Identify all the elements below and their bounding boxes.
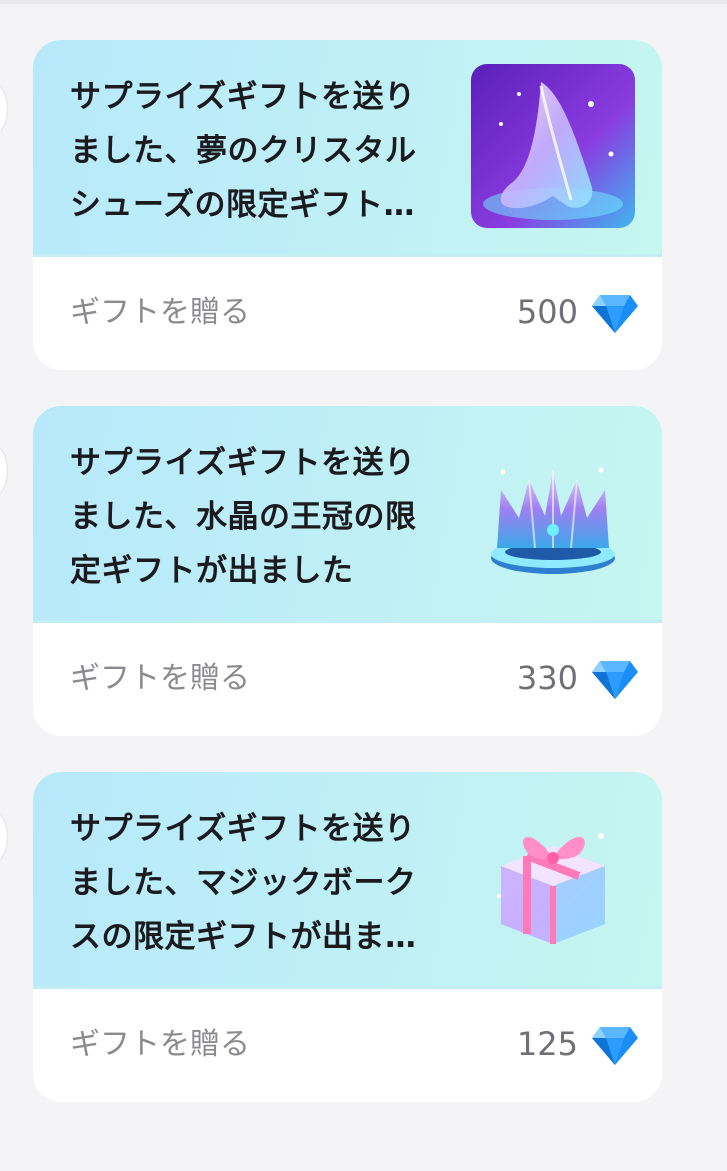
send-gift-button[interactable]: ギフトを贈る — [70, 653, 250, 697]
gift-message-line: シューズの限定ギフト… — [70, 187, 415, 223]
gift-card-header: サプライズギフトを送り ました、マジックボーク スの限定ギフトが出ま… — [33, 772, 662, 989]
gift-message-line: ました、水晶の王冠の限 — [70, 499, 417, 535]
diamond-icon — [592, 661, 638, 699]
gift-card-header: サプライズギフトを送り ました、夢のクリスタル シューズの限定ギフト… — [33, 40, 662, 257]
gift-message-card[interactable]: サプライズギフトを送り ました、マジックボーク スの限定ギフトが出ま… ギフトを… — [33, 772, 662, 1102]
diamond-icon — [592, 1027, 638, 1065]
sender-avatar[interactable] — [0, 442, 8, 500]
gift-message-text: サプライズギフトを送り ました、マジックボーク スの限定ギフトが出ま… — [70, 802, 450, 964]
send-gift-button[interactable]: ギフトを贈る — [70, 287, 250, 331]
gift-price: 330 — [516, 659, 578, 697]
gift-card-footer: ギフトを贈る 125 — [33, 989, 662, 1102]
sender-avatar[interactable] — [0, 808, 8, 866]
crystal-shoe-icon — [471, 64, 635, 228]
gift-message-card[interactable]: サプライズギフトを送り ました、夢のクリスタル シューズの限定ギフト… ギフトを… — [33, 40, 662, 370]
top-divider — [0, 0, 727, 4]
gift-price: 500 — [516, 293, 578, 331]
gift-card-footer: ギフトを贈る 330 — [33, 623, 662, 736]
send-gift-button[interactable]: ギフトを贈る — [70, 1019, 250, 1063]
magic-gift-box-icon — [497, 833, 605, 944]
gift-price: 125 — [516, 1025, 578, 1063]
gift-message-line: 定ギフトが出ました — [70, 553, 354, 589]
gift-card-header: サプライズギフトを送り ました、水晶の王冠の限 定ギフトが出ました — [33, 406, 662, 623]
gift-message-text: サプライズギフトを送り ました、夢のクリスタル シューズの限定ギフト… — [70, 70, 450, 232]
diamond-icon — [592, 295, 638, 333]
gift-message-card[interactable]: サプライズギフトを送り ました、水晶の王冠の限 定ギフトが出ました ギフトを贈る — [33, 406, 662, 736]
gift-message-line: ました、夢のクリスタル — [70, 133, 417, 169]
gift-message-line: サプライズギフトを送り — [70, 445, 416, 481]
gift-message-line: サプライズギフトを送り — [70, 811, 416, 847]
gift-card-footer: ギフトを贈る 500 — [33, 257, 662, 370]
gift-message-line: ました、マジックボーク — [70, 865, 417, 901]
gift-message-text: サプライズギフトを送り ました、水晶の王冠の限 定ギフトが出ました — [70, 436, 450, 598]
gift-message-line: スの限定ギフトが出ま… — [70, 919, 417, 955]
crystal-crown-icon — [491, 467, 615, 574]
gift-message-line: サプライズギフトを送り — [70, 79, 416, 115]
sender-avatar[interactable] — [0, 80, 8, 138]
